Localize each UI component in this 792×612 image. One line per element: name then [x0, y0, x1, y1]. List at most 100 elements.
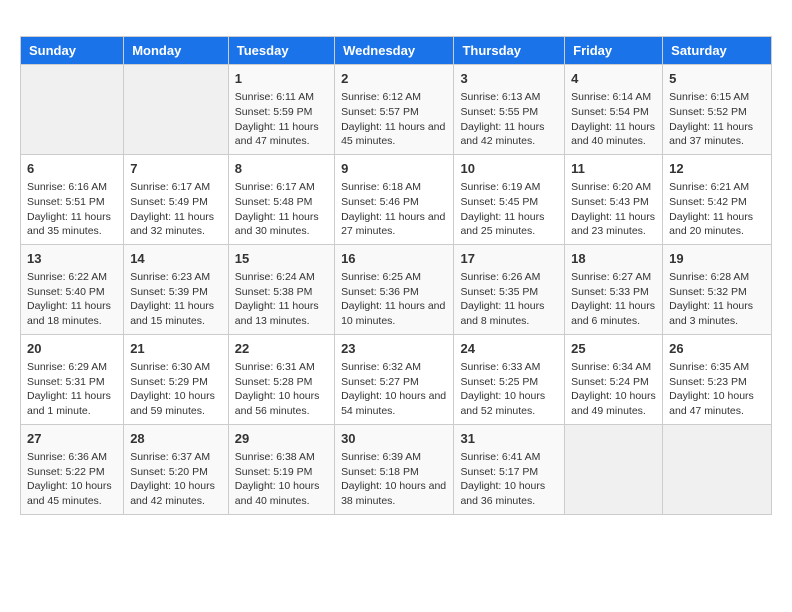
day-info: Sunrise: 6:25 AM Sunset: 5:36 PM Dayligh… [341, 270, 447, 329]
calendar-cell: 7 Sunrise: 6:17 AM Sunset: 5:49 PM Daylig… [124, 154, 229, 244]
day-number: 11 [571, 160, 656, 178]
day-info: Sunrise: 6:34 AM Sunset: 5:24 PM Dayligh… [571, 360, 656, 419]
day-number: 22 [235, 340, 328, 358]
calendar-cell: 4 Sunrise: 6:14 AM Sunset: 5:54 PM Daylig… [565, 65, 663, 155]
day-info: Sunrise: 6:41 AM Sunset: 5:17 PM Dayligh… [460, 450, 558, 509]
day-number: 14 [130, 250, 222, 268]
calendar-cell: 8 Sunrise: 6:17 AM Sunset: 5:48 PM Daylig… [228, 154, 334, 244]
calendar-cell: 10 Sunrise: 6:19 AM Sunset: 5:45 PM Dayli… [454, 154, 565, 244]
day-number: 10 [460, 160, 558, 178]
calendar-cell [124, 65, 229, 155]
day-number: 5 [669, 70, 765, 88]
calendar-cell: 31 Sunrise: 6:41 AM Sunset: 5:17 PM Dayli… [454, 424, 565, 514]
calendar-cell: 30 Sunrise: 6:39 AM Sunset: 5:18 PM Dayli… [335, 424, 454, 514]
weekday-header-sunday: Sunday [21, 37, 124, 65]
day-number: 16 [341, 250, 447, 268]
day-number: 29 [235, 430, 328, 448]
week-row-2: 6 Sunrise: 6:16 AM Sunset: 5:51 PM Daylig… [21, 154, 772, 244]
day-info: Sunrise: 6:23 AM Sunset: 5:39 PM Dayligh… [130, 270, 222, 329]
calendar-cell: 6 Sunrise: 6:16 AM Sunset: 5:51 PM Daylig… [21, 154, 124, 244]
day-number: 23 [341, 340, 447, 358]
calendar-cell [21, 65, 124, 155]
day-info: Sunrise: 6:14 AM Sunset: 5:54 PM Dayligh… [571, 90, 656, 149]
day-info: Sunrise: 6:33 AM Sunset: 5:25 PM Dayligh… [460, 360, 558, 419]
calendar-cell: 27 Sunrise: 6:36 AM Sunset: 5:22 PM Dayli… [21, 424, 124, 514]
week-row-1: 1 Sunrise: 6:11 AM Sunset: 5:59 PM Daylig… [21, 65, 772, 155]
day-info: Sunrise: 6:20 AM Sunset: 5:43 PM Dayligh… [571, 180, 656, 239]
day-number: 18 [571, 250, 656, 268]
day-info: Sunrise: 6:27 AM Sunset: 5:33 PM Dayligh… [571, 270, 656, 329]
day-info: Sunrise: 6:37 AM Sunset: 5:20 PM Dayligh… [130, 450, 222, 509]
day-number: 8 [235, 160, 328, 178]
day-number: 13 [27, 250, 117, 268]
calendar-cell: 2 Sunrise: 6:12 AM Sunset: 5:57 PM Daylig… [335, 65, 454, 155]
day-info: Sunrise: 6:32 AM Sunset: 5:27 PM Dayligh… [341, 360, 447, 419]
day-info: Sunrise: 6:30 AM Sunset: 5:29 PM Dayligh… [130, 360, 222, 419]
day-info: Sunrise: 6:12 AM Sunset: 5:57 PM Dayligh… [341, 90, 447, 149]
calendar-cell: 3 Sunrise: 6:13 AM Sunset: 5:55 PM Daylig… [454, 65, 565, 155]
day-number: 19 [669, 250, 765, 268]
calendar-cell [663, 424, 772, 514]
day-info: Sunrise: 6:17 AM Sunset: 5:48 PM Dayligh… [235, 180, 328, 239]
calendar-cell: 5 Sunrise: 6:15 AM Sunset: 5:52 PM Daylig… [663, 65, 772, 155]
day-number: 3 [460, 70, 558, 88]
day-number: 6 [27, 160, 117, 178]
calendar-cell: 15 Sunrise: 6:24 AM Sunset: 5:38 PM Dayli… [228, 244, 334, 334]
day-info: Sunrise: 6:18 AM Sunset: 5:46 PM Dayligh… [341, 180, 447, 239]
day-info: Sunrise: 6:39 AM Sunset: 5:18 PM Dayligh… [341, 450, 447, 509]
calendar-cell: 20Sunrise: 6:29 AM Sunset: 5:31 PM Dayli… [21, 334, 124, 424]
day-number: 25 [571, 340, 656, 358]
calendar-cell: 19 Sunrise: 6:28 AM Sunset: 5:32 PM Dayli… [663, 244, 772, 334]
calendar-cell: 16 Sunrise: 6:25 AM Sunset: 5:36 PM Dayli… [335, 244, 454, 334]
day-info: Sunrise: 6:17 AM Sunset: 5:49 PM Dayligh… [130, 180, 222, 239]
calendar-cell [565, 424, 663, 514]
weekday-header-friday: Friday [565, 37, 663, 65]
weekday-header-tuesday: Tuesday [228, 37, 334, 65]
weekday-header-monday: Monday [124, 37, 229, 65]
day-info: Sunrise: 6:15 AM Sunset: 5:52 PM Dayligh… [669, 90, 765, 149]
day-info: Sunrise: 6:21 AM Sunset: 5:42 PM Dayligh… [669, 180, 765, 239]
day-number: 28 [130, 430, 222, 448]
day-number: 24 [460, 340, 558, 358]
day-info: Sunrise: 6:31 AM Sunset: 5:28 PM Dayligh… [235, 360, 328, 419]
calendar-cell: 14 Sunrise: 6:23 AM Sunset: 5:39 PM Dayli… [124, 244, 229, 334]
day-number: 17 [460, 250, 558, 268]
day-info: Sunrise: 6:13 AM Sunset: 5:55 PM Dayligh… [460, 90, 558, 149]
calendar-cell: 28 Sunrise: 6:37 AM Sunset: 5:20 PM Dayli… [124, 424, 229, 514]
day-info: Sunrise: 6:16 AM Sunset: 5:51 PM Dayligh… [27, 180, 117, 239]
calendar-cell: 11 Sunrise: 6:20 AM Sunset: 5:43 PM Dayli… [565, 154, 663, 244]
day-number: 27 [27, 430, 117, 448]
calendar-cell: 18 Sunrise: 6:27 AM Sunset: 5:33 PM Dayli… [565, 244, 663, 334]
calendar-cell: 9Sunrise: 6:18 AM Sunset: 5:46 PM Daylig… [335, 154, 454, 244]
day-info: Sunrise: 6:38 AM Sunset: 5:19 PM Dayligh… [235, 450, 328, 509]
weekday-header-thursday: Thursday [454, 37, 565, 65]
calendar-cell: 29 Sunrise: 6:38 AM Sunset: 5:19 PM Dayli… [228, 424, 334, 514]
day-info: Sunrise: 6:19 AM Sunset: 5:45 PM Dayligh… [460, 180, 558, 239]
day-info: Sunrise: 6:26 AM Sunset: 5:35 PM Dayligh… [460, 270, 558, 329]
day-info: Sunrise: 6:28 AM Sunset: 5:32 PM Dayligh… [669, 270, 765, 329]
day-info: Sunrise: 6:29 AM Sunset: 5:31 PM Dayligh… [27, 360, 117, 419]
day-number: 26 [669, 340, 765, 358]
day-number: 30 [341, 430, 447, 448]
day-info: Sunrise: 6:11 AM Sunset: 5:59 PM Dayligh… [235, 90, 328, 149]
day-info: Sunrise: 6:36 AM Sunset: 5:22 PM Dayligh… [27, 450, 117, 509]
day-number: 31 [460, 430, 558, 448]
calendar-cell: 25 Sunrise: 6:34 AM Sunset: 5:24 PM Dayli… [565, 334, 663, 424]
calendar-cell: 24 Sunrise: 6:33 AM Sunset: 5:25 PM Dayli… [454, 334, 565, 424]
weekday-header-wednesday: Wednesday [335, 37, 454, 65]
calendar-cell: 13 Sunrise: 6:22 AM Sunset: 5:40 PM Dayli… [21, 244, 124, 334]
calendar-cell: 1 Sunrise: 6:11 AM Sunset: 5:59 PM Daylig… [228, 65, 334, 155]
day-number: 2 [341, 70, 447, 88]
week-row-4: 20Sunrise: 6:29 AM Sunset: 5:31 PM Dayli… [21, 334, 772, 424]
calendar-header: SundayMondayTuesdayWednesdayThursdayFrid… [21, 37, 772, 65]
day-number: 1 [235, 70, 328, 88]
day-number: 15 [235, 250, 328, 268]
day-info: Sunrise: 6:22 AM Sunset: 5:40 PM Dayligh… [27, 270, 117, 329]
calendar-cell: 23 Sunrise: 6:32 AM Sunset: 5:27 PM Dayli… [335, 334, 454, 424]
day-number: 7 [130, 160, 222, 178]
day-info: Sunrise: 6:24 AM Sunset: 5:38 PM Dayligh… [235, 270, 328, 329]
calendar-table: SundayMondayTuesdayWednesdayThursdayFrid… [20, 36, 772, 515]
calendar-cell: 26Sunrise: 6:35 AM Sunset: 5:23 PM Dayli… [663, 334, 772, 424]
day-number: 21 [130, 340, 222, 358]
day-number: 4 [571, 70, 656, 88]
